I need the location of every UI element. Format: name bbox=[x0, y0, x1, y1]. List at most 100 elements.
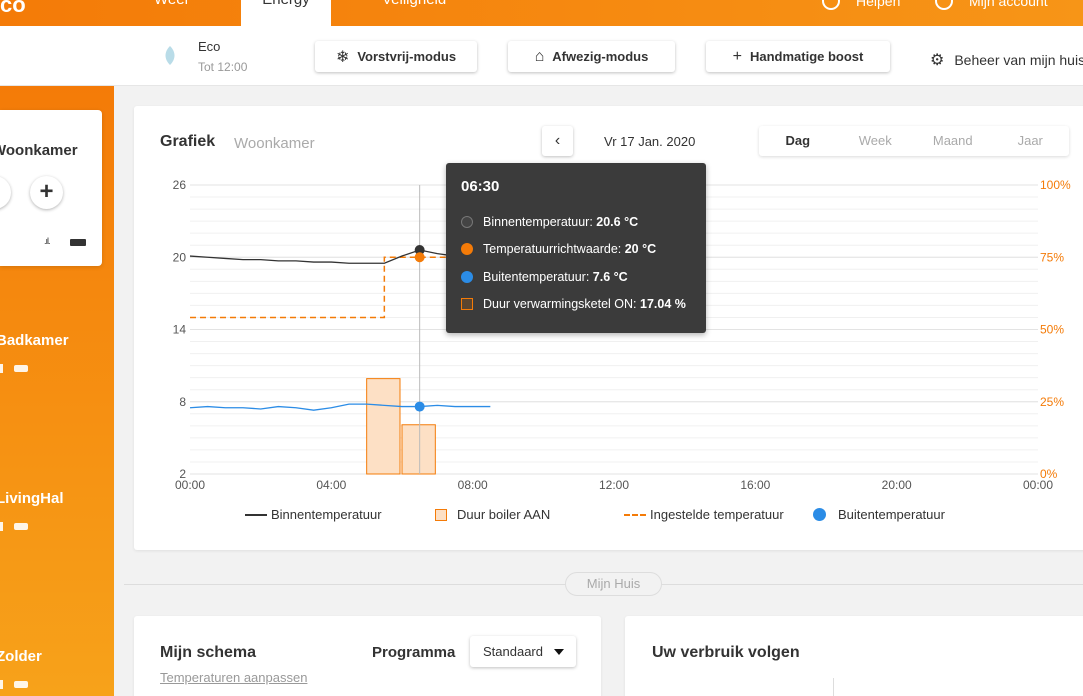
mode-bar: Eco Tot 12:00 ❄ Vorstvrij-modus ⌂ Afwezi… bbox=[0, 26, 1083, 86]
x-tick-label: 12:00 bbox=[599, 478, 629, 492]
y-tick-label: 20 bbox=[173, 250, 187, 264]
solid-line-icon bbox=[245, 513, 267, 516]
tooltip-label: Buitentemperatuur: bbox=[483, 270, 593, 284]
tab-weer[interactable]: Weer bbox=[154, 0, 190, 26]
y-tick-label: 8 bbox=[179, 395, 186, 409]
x-tick-label: 16:00 bbox=[740, 478, 770, 492]
boiler-bar bbox=[366, 378, 401, 475]
x-tick-label: 00:00 bbox=[1023, 478, 1053, 492]
room-card-active[interactable]: Woonkamer − + .ıl. bbox=[0, 110, 102, 266]
beheer-link[interactable]: ⚙ Beheer van mijn huis bbox=[930, 50, 1083, 70]
help-label: Helpen bbox=[856, 0, 901, 9]
tab-energy[interactable]: Energy bbox=[241, 0, 331, 26]
legend-label: Ingestelde temperatuur bbox=[650, 507, 784, 522]
room-item-livinghal[interactable]: LivingHal bbox=[0, 490, 64, 507]
tooltip-value: 20.6 °C bbox=[596, 215, 639, 229]
tooltip-row-boiler: Duur verwarmingsketel ON: 17.04 % bbox=[461, 297, 686, 311]
room-status-livinghal bbox=[0, 522, 30, 531]
adjust-temperatures-link[interactable]: Temperaturen aanpassen bbox=[160, 670, 307, 685]
snowflake-icon: ❄ bbox=[335, 48, 350, 66]
y-right-tick-label: 50% bbox=[1040, 323, 1064, 337]
boost-button[interactable]: + Handmatige boost bbox=[706, 41, 890, 72]
leaf-icon bbox=[165, 46, 175, 65]
x-tick-label: 08:00 bbox=[458, 478, 488, 492]
boiler-bar bbox=[401, 424, 436, 475]
program-label: Programma bbox=[372, 644, 456, 661]
signal-icon: .ıl. bbox=[44, 236, 50, 246]
house-walk-icon: ⌂ bbox=[534, 47, 545, 65]
logo: co bbox=[0, 0, 26, 17]
caret-down-icon bbox=[554, 649, 564, 655]
tooltip-row-binnen: Binnentemperatuur: 20.6 °C bbox=[461, 215, 638, 229]
legend-boiler[interactable]: Duur boiler AAN bbox=[435, 507, 550, 522]
dot-icon bbox=[813, 508, 826, 521]
eco-title: Eco bbox=[198, 39, 221, 54]
decrease-temp-button[interactable]: − bbox=[0, 176, 11, 209]
tooltip-label: Temperatuurrichtwaarde: bbox=[483, 242, 625, 256]
eco-subtitle: Tot 12:00 bbox=[198, 60, 248, 74]
dashed-line-icon bbox=[624, 513, 646, 516]
room-item-zolder[interactable]: Zolder bbox=[0, 648, 42, 665]
boost-label: Handmatige boost bbox=[749, 49, 864, 64]
tooltip-value: 20 °C bbox=[624, 242, 657, 256]
legend-ingesteld[interactable]: Ingestelde temperatuur bbox=[624, 507, 784, 522]
battery-icon bbox=[70, 239, 86, 246]
schedule-card: Mijn schema Temperaturen aanpassen Progr… bbox=[134, 616, 601, 696]
setpoint-dot-icon bbox=[461, 243, 473, 255]
help-link[interactable]: Helpen bbox=[822, 0, 900, 10]
chart-tooltip: 06:30 Binnentemperatuur: 20.6 °C Tempera… bbox=[446, 163, 706, 333]
y-right-tick-label: 100% bbox=[1040, 178, 1071, 192]
tooltip-value: 17.04 % bbox=[640, 297, 686, 311]
program-value: Standaard bbox=[483, 644, 543, 659]
gear-icon: ⚙ bbox=[930, 52, 945, 69]
outdoor-dot-icon bbox=[461, 271, 473, 283]
legend-label: Buitentemperatuur bbox=[838, 507, 945, 522]
x-tick-label: 00:00 bbox=[175, 478, 205, 492]
bar-square-icon bbox=[435, 508, 447, 521]
afwezig-button[interactable]: ⌂ Afwezig-modus bbox=[508, 41, 675, 72]
plus-icon: + bbox=[732, 47, 742, 65]
tab-veiligheid[interactable]: Veiligheid bbox=[382, 0, 446, 26]
schedule-title: Mijn schema bbox=[160, 644, 257, 661]
tooltip-row-richtwaarde: Temperatuurrichtwaarde: 20 °C bbox=[461, 242, 656, 256]
increase-temp-button[interactable]: + bbox=[30, 176, 63, 209]
usage-divider bbox=[833, 678, 834, 696]
legend-label: Duur boiler AAN bbox=[457, 507, 551, 522]
vorstvrij-label: Vorstvrij-modus bbox=[357, 49, 457, 64]
afwezig-label: Afwezig-modus bbox=[552, 49, 649, 64]
room-name: Woonkamer bbox=[0, 142, 78, 159]
setpoint-line bbox=[190, 256, 455, 319]
room-sidebar: Woonkamer − + .ıl. Badkamer LivingHal Zo… bbox=[0, 86, 114, 696]
section-label: Mijn Huis bbox=[565, 572, 662, 596]
tooltip-label: Duur verwarmingsketel ON: bbox=[483, 297, 640, 311]
x-tick-label: 04:00 bbox=[316, 478, 346, 492]
account-link[interactable]: Mijn account bbox=[935, 0, 1048, 10]
room-item-badkamer[interactable]: Badkamer bbox=[0, 332, 69, 349]
legend-buiten[interactable]: Buitentemperatuur bbox=[813, 507, 945, 522]
y-right-tick-label: 25% bbox=[1040, 395, 1064, 409]
usage-card: Uw verbruik volgen bbox=[625, 616, 1083, 696]
tooltip-time: 06:30 bbox=[461, 178, 500, 195]
x-tick-label: 20:00 bbox=[882, 478, 912, 492]
account-label: Mijn account bbox=[969, 0, 1048, 9]
y-tick-label: 14 bbox=[173, 323, 187, 337]
usage-title: Uw verbruik volgen bbox=[652, 644, 800, 661]
y-tick-label: 26 bbox=[173, 178, 187, 192]
boiler-square-icon bbox=[461, 298, 473, 310]
outdoor-line bbox=[189, 403, 491, 411]
indoor-dot-icon bbox=[461, 216, 473, 228]
program-select[interactable]: Standaard bbox=[470, 636, 576, 667]
globe-icon bbox=[822, 0, 840, 10]
y-right-tick-label: 75% bbox=[1040, 250, 1064, 264]
room-status-badkamer bbox=[0, 364, 30, 373]
tooltip-label: Binnentemperatuur: bbox=[483, 215, 597, 229]
room-status-zolder bbox=[0, 680, 30, 689]
legend-binnen[interactable]: Binnentemperatuur bbox=[245, 507, 382, 522]
beheer-label: Beheer van mijn huis bbox=[954, 52, 1083, 68]
vorstvrij-button[interactable]: ❄ Vorstvrij-modus bbox=[315, 41, 477, 72]
legend-label: Binnentemperatuur bbox=[271, 507, 382, 522]
outdoor-marker bbox=[414, 401, 425, 412]
tooltip-value: 7.6 °C bbox=[592, 270, 628, 284]
user-icon bbox=[935, 0, 953, 10]
chart-card: Grafiek Woonkamer ‹ Vr 17 Jan. 2020 Dag … bbox=[134, 106, 1083, 550]
